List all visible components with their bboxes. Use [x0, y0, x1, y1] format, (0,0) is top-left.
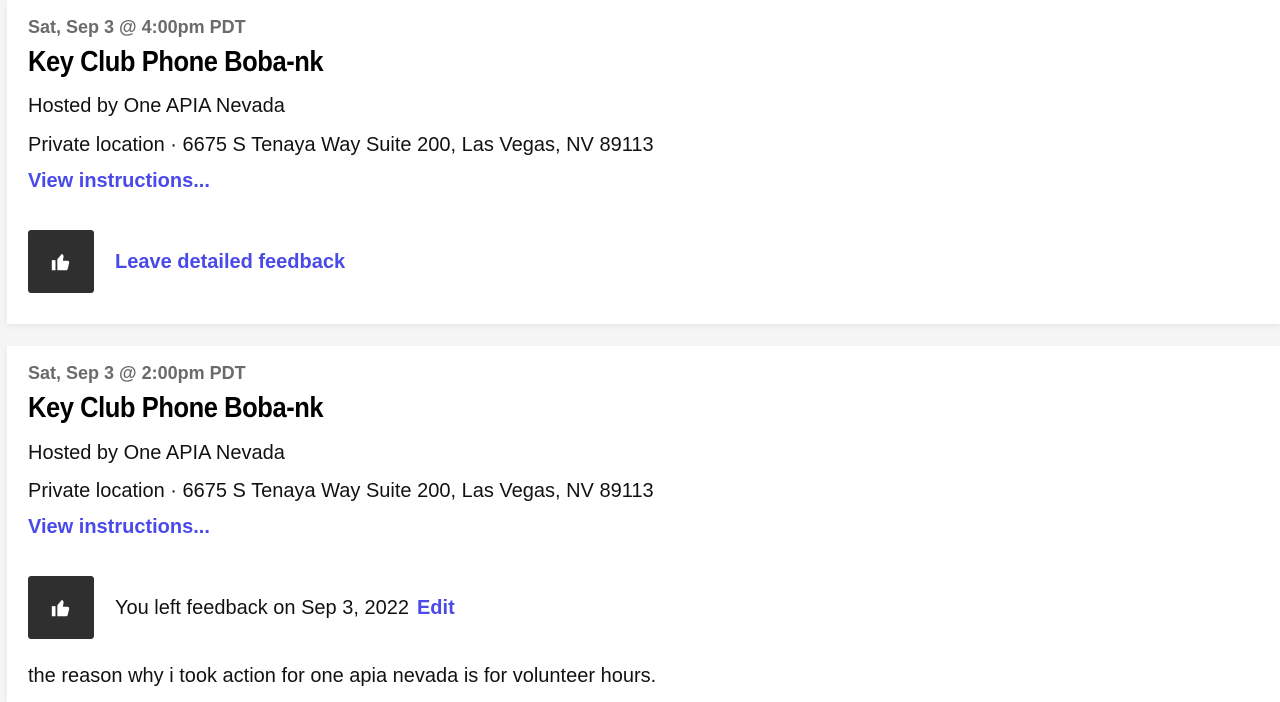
feedback-button[interactable]	[28, 230, 94, 293]
event-title[interactable]: Key Club Phone Boba-nk	[28, 44, 324, 80]
event-card: Sat, Sep 3 @ 2:00pm PDT Key Club Phone B…	[7, 346, 1280, 702]
edit-feedback-link[interactable]: Edit	[417, 597, 455, 619]
event-title[interactable]: Key Club Phone Boba-nk	[28, 390, 324, 426]
thumbs-up-icon	[51, 599, 70, 616]
event-location: Private location · 6675 S Tenaya Way Sui…	[28, 480, 654, 502]
feedback-comment: the reason why i took action for one api…	[28, 665, 657, 687]
event-date: Sat, Sep 3 @ 4:00pm PDT	[28, 17, 246, 37]
event-host: Hosted by One APIA Nevada	[28, 442, 285, 464]
event-date: Sat, Sep 3 @ 2:00pm PDT	[28, 363, 246, 383]
view-instructions-link[interactable]: View instructions...	[28, 514, 210, 540]
event-card: Sat, Sep 3 @ 4:00pm PDT Key Club Phone B…	[7, 0, 1280, 324]
feedback-status-row: You left feedback on Sep 3, 2022 Edit	[115, 595, 455, 621]
feedback-button[interactable]	[28, 576, 94, 639]
view-instructions-link[interactable]: View instructions...	[28, 168, 210, 194]
feedback-status-text: You left feedback on Sep 3, 2022	[115, 597, 409, 619]
thumbs-up-icon	[51, 253, 70, 270]
leave-feedback-link[interactable]: Leave detailed feedback	[115, 249, 345, 275]
event-location: Private location · 6675 S Tenaya Way Sui…	[28, 134, 654, 156]
event-host: Hosted by One APIA Nevada	[28, 95, 285, 117]
